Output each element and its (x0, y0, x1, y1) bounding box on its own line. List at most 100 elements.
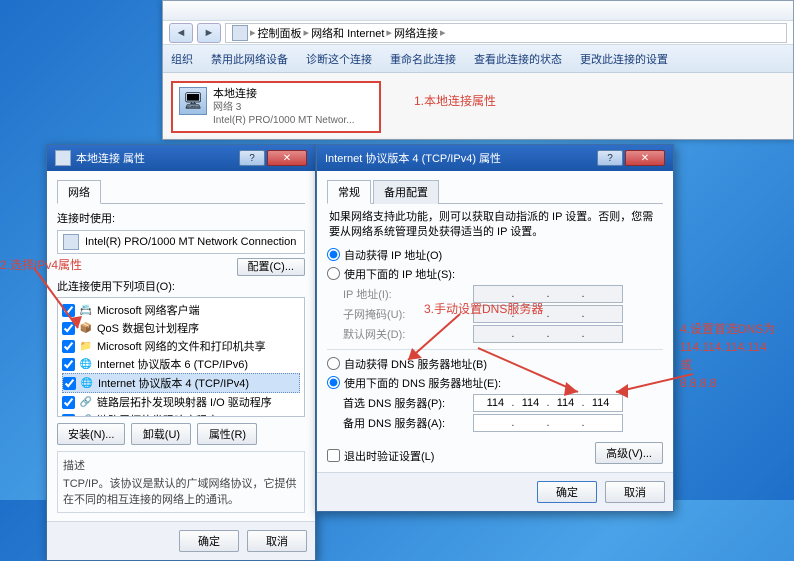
connect-using-label: 连接时使用: (57, 210, 305, 226)
tab-general[interactable]: 常规 (327, 180, 371, 204)
help-button[interactable]: ? (597, 150, 623, 166)
explorer-toolbar: 组织 禁用此网络设备 诊断这个连接 重命名此连接 查看此连接的状态 更改此连接的… (163, 45, 793, 73)
protocol-list-item[interactable]: 📁Microsoft 网络的文件和打印机共享 (62, 337, 300, 355)
dialog-icon (55, 150, 71, 166)
ipv4-properties-dialog: Internet 协议版本 4 (TCP/IPv4) 属性 ?✕ 常规 备用配置… (316, 144, 674, 512)
manual-ip-radio[interactable]: 使用下面的 IP 地址(S): (327, 266, 663, 282)
auto-ip-radio[interactable]: 自动获得 IP 地址(O) (327, 247, 663, 263)
annotation-4: 4.设置首选DNS为 114.114.114.114 或 8.8.8.8 (680, 320, 775, 392)
ok-button[interactable]: 确定 (179, 530, 239, 552)
protocol-label: 链路层拓扑发现映射器 I/O 驱动程序 (97, 394, 272, 410)
gateway-input: ... (473, 325, 623, 343)
radio-input[interactable] (327, 357, 340, 370)
toolbar-rename[interactable]: 重命名此连接 (390, 51, 456, 67)
radio-label: 自动获得 IP 地址(O) (344, 247, 442, 263)
protocol-label: Internet 协议版本 4 (TCP/IPv4) (98, 375, 249, 391)
toolbar-organize[interactable]: 组织 (171, 51, 193, 67)
intro-text: 如果网络支持此功能，则可以获取自动指派的 IP 设置。否则，您需要从网络系统管理… (329, 210, 661, 241)
alternate-dns-input[interactable]: ... (473, 414, 623, 432)
protocol-list-item[interactable]: 🌐Internet 协议版本 6 (TCP/IPv6) (62, 355, 300, 373)
checkbox-input[interactable] (62, 340, 75, 353)
tab-row: 常规 备用配置 (327, 179, 663, 204)
preferred-dns-label: 首选 DNS 服务器(P): (343, 395, 473, 411)
tab-row: 网络 (57, 179, 305, 204)
tab-network[interactable]: 网络 (57, 180, 101, 204)
protocol-list-item[interactable]: 📦QoS 数据包计划程序 (62, 319, 300, 337)
address-bar: ◄ ► ▸ 控制面板 ▸ 网络和 Internet ▸ 网络连接 ▸ (163, 21, 793, 45)
connection-tile[interactable]: 🖥 本地连接 网络 3 Intel(R) PRO/1000 MT Networ.… (171, 81, 381, 133)
manual-dns-radio[interactable]: 使用下面的 DNS 服务器地址(E): (327, 375, 663, 391)
validate-on-exit[interactable]: 退出时验证设置(L) (327, 448, 434, 464)
ok-button[interactable]: 确定 (537, 481, 597, 503)
checkbox-input[interactable] (62, 396, 75, 409)
window-titlebar[interactable] (163, 1, 793, 21)
toolbar-change[interactable]: 更改此连接的设置 (580, 51, 668, 67)
protocol-label: 链路层拓扑发现响应程序 (97, 412, 218, 417)
nav-back-button[interactable]: ◄ (169, 23, 193, 43)
close-button[interactable]: ✕ (625, 150, 665, 166)
auto-dns-radio[interactable]: 自动获得 DNS 服务器地址(B) (327, 356, 663, 372)
radio-input[interactable] (327, 248, 340, 261)
protocol-icon: 🔗 (79, 413, 93, 417)
control-panel-icon (232, 25, 248, 41)
uninstall-button[interactable]: 卸载(U) (131, 423, 191, 445)
radio-label: 自动获得 DNS 服务器地址(B) (344, 356, 487, 372)
breadcrumb-item[interactable]: 控制面板 (258, 25, 302, 41)
install-button[interactable]: 安装(N)... (57, 423, 125, 445)
checkbox-input[interactable] (62, 304, 75, 317)
protocol-list-item[interactable]: 🌐 Internet 协议版本 4 (TCP/IPv4) (62, 373, 300, 393)
protocol-label: Microsoft 网络的文件和打印机共享 (97, 338, 266, 354)
preferred-dns-input[interactable]: 114.114.114.114 (473, 394, 623, 412)
radio-label: 使用下面的 IP 地址(S): (344, 266, 455, 282)
dialog-title-text: 本地连接 属性 (76, 150, 145, 166)
protocol-list-item[interactable]: 🔗链路层拓扑发现映射器 I/O 驱动程序 (62, 393, 300, 411)
checkbox-input[interactable] (62, 322, 75, 335)
connection-adapter: Intel(R) PRO/1000 MT Networ... (213, 114, 355, 127)
annotation-1: 1.本地连接属性 (414, 92, 496, 109)
properties-button[interactable]: 属性(R) (197, 423, 257, 445)
dialog-title-text: Internet 协议版本 4 (TCP/IPv4) 属性 (325, 150, 501, 166)
toolbar-disable[interactable]: 禁用此网络设备 (211, 51, 288, 67)
annotation-2: 2.选择IPv4属性 (0, 256, 82, 273)
protocol-list-item[interactable]: 📇 Microsoft 网络客户端 (62, 301, 300, 319)
nav-forward-button[interactable]: ► (197, 23, 221, 43)
advanced-button[interactable]: 高级(V)... (595, 442, 663, 464)
cancel-button[interactable]: 取消 (605, 481, 665, 503)
checkbox-label: 退出时验证设置(L) (344, 448, 434, 464)
connection-title: 本地连接 (213, 87, 355, 101)
nic-icon: 🖥 (179, 87, 207, 115)
configure-button[interactable]: 配置(C)... (237, 258, 305, 276)
adapter-icon (63, 234, 79, 250)
toolbar-status[interactable]: 查看此连接的状态 (474, 51, 562, 67)
radio-input[interactable] (327, 267, 340, 280)
cancel-button[interactable]: 取消 (247, 530, 307, 552)
breadcrumb-item[interactable]: 网络连接 (394, 25, 438, 41)
breadcrumb-item[interactable]: 网络和 Internet (311, 25, 384, 41)
tab-alternate[interactable]: 备用配置 (373, 180, 439, 204)
close-button[interactable]: ✕ (267, 150, 307, 166)
connection-network: 网络 3 (213, 101, 355, 114)
checkbox-input[interactable] (327, 449, 340, 462)
annotation-3: 3.手动设置DNS服务器 (424, 300, 543, 317)
breadcrumb[interactable]: ▸ 控制面板 ▸ 网络和 Internet ▸ 网络连接 ▸ (225, 23, 787, 43)
protocol-list-item[interactable]: 🔗 链路层拓扑发现响应程序 (62, 411, 300, 417)
gateway-label: 默认网关(D): (343, 326, 473, 342)
protocol-label: QoS 数据包计划程序 (97, 320, 199, 336)
protocol-icon: 🌐 (80, 376, 94, 390)
protocol-icon: 🌐 (79, 357, 93, 371)
dialog-titlebar[interactable]: Internet 协议版本 4 (TCP/IPv4) 属性 ?✕ (317, 145, 673, 171)
protocol-label: Microsoft 网络客户端 (97, 302, 200, 318)
toolbar-diagnose[interactable]: 诊断这个连接 (306, 51, 372, 67)
protocol-listbox[interactable]: 📇 Microsoft 网络客户端📦QoS 数据包计划程序📁Microsoft 网… (57, 297, 305, 417)
checkbox-input[interactable] (62, 358, 75, 371)
uses-items-label: 此连接使用下列项目(O): (57, 278, 305, 294)
dialog-titlebar[interactable]: 本地连接 属性 ?✕ (47, 145, 315, 171)
checkbox-input[interactable] (63, 377, 76, 390)
description-box: 描述 TCP/IP。该协议是默认的广域网络协议，它提供在不同的相互连接的网络上的… (57, 451, 305, 513)
connection-properties-dialog: 本地连接 属性 ?✕ 网络 连接时使用: Intel(R) PRO/1000 M… (46, 144, 316, 561)
radio-input[interactable] (327, 376, 340, 389)
checkbox-input[interactable] (62, 414, 75, 418)
protocol-icon: 📇 (79, 303, 93, 317)
description-text: TCP/IP。该协议是默认的广域网络协议，它提供在不同的相互连接的网络上的通讯。 (63, 475, 299, 507)
help-button[interactable]: ? (239, 150, 265, 166)
